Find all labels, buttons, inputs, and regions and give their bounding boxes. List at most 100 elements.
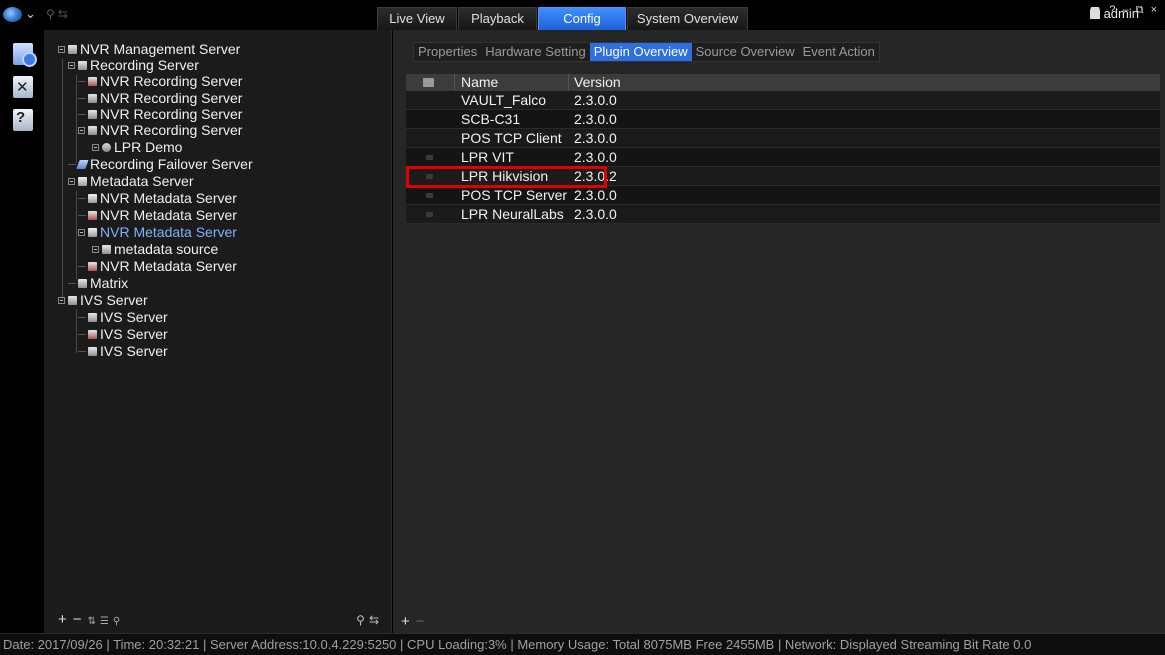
tree-item-nvr-recording-server[interactable]: NVR Recording Server: [78, 90, 242, 106]
plugin-name: POS TCP Client: [461, 130, 562, 146]
plugin-version: 2.3.0.0: [574, 206, 617, 222]
tab-hardware-setting[interactable]: Hardware Setting: [481, 43, 589, 61]
server-tree-panel: NVR Management Server Recording Server N…: [44, 30, 392, 633]
tab-system-overview[interactable]: System Overview: [627, 7, 748, 30]
row-checkbox[interactable]: [426, 212, 433, 217]
expand-toggle-icon[interactable]: [92, 246, 99, 253]
collapse-toggle-icon[interactable]: [58, 46, 65, 53]
collapse-toggle-icon[interactable]: [68, 62, 75, 69]
table-body: VAULT_Falco 2.3.0.0 SCB-C31 2.3.0.0 POS …: [406, 91, 1160, 224]
table-row[interactable]: VAULT_Falco 2.3.0.0: [406, 91, 1160, 110]
table-row[interactable]: LPR VIT 2.3.0.0: [406, 148, 1160, 167]
tree-item-ivs-server[interactable]: IVS Server: [58, 292, 148, 308]
tree-item-nvr-recording-server[interactable]: NVR Recording Server: [78, 106, 242, 122]
recording-server-icon: [88, 110, 97, 119]
tab-playback[interactable]: Playback: [458, 7, 537, 30]
metadata-server-icon: [78, 177, 87, 186]
help-icon[interactable]: [13, 109, 33, 131]
failover-icon: [76, 160, 89, 169]
matrix-icon: [78, 279, 87, 288]
search-icon[interactable]: ⚲: [356, 613, 369, 627]
plugin-version: 2.3.0.0: [574, 130, 617, 146]
tree-item-nvr-metadata-server-selected[interactable]: NVR Metadata Server: [78, 224, 237, 240]
filter-icon[interactable]: ⚲: [113, 616, 124, 627]
tree-item-lpr-demo[interactable]: LPR Demo: [92, 139, 182, 155]
toolbar-disabled-icons: ⚲⇆: [46, 7, 71, 21]
table-row[interactable]: POS TCP Server 2.3.0.0: [406, 186, 1160, 205]
lpr-icon: [102, 143, 111, 152]
table-header: Name Version: [406, 74, 1160, 91]
recording-server-icon: [88, 94, 97, 103]
plugin-version: 2.3.0.0: [574, 187, 617, 203]
plugin-version: 2.3.0.0: [574, 92, 617, 108]
tree-item-nvr-metadata-server[interactable]: NVR Metadata Server: [78, 258, 237, 274]
tree-item-ivs-server[interactable]: IVS Server: [78, 309, 168, 325]
remove-icon[interactable]: −: [416, 613, 431, 630]
table-row[interactable]: LPR NeuralLabs 2.3.0.0: [406, 205, 1160, 224]
tab-plugin-overview[interactable]: Plugin Overview: [589, 43, 692, 61]
column-header-name[interactable]: Name: [461, 74, 498, 91]
plugin-panel: Properties Hardware Setting Plugin Overv…: [393, 30, 1165, 633]
tree-item-nvr-metadata-server[interactable]: NVR Metadata Server: [78, 190, 237, 206]
row-checkbox[interactable]: [426, 193, 433, 198]
management-server-icon: [68, 45, 77, 54]
app-logo-icon[interactable]: [3, 7, 22, 22]
plugin-name: SCB-C31: [461, 111, 521, 127]
metadata-server-icon: [88, 194, 97, 203]
metadata-server-icon: [88, 228, 97, 237]
ivs-server-icon: [88, 347, 97, 356]
chevron-down-icon[interactable]: ⌄: [25, 6, 36, 22]
tree-toolbar: +−⇅☰⚲ ⚲⇆: [44, 609, 391, 633]
tree-toolbar-actions: +−⇅☰⚲: [58, 611, 124, 628]
ivs-server-icon: [68, 296, 77, 305]
metadata-source-icon: [102, 245, 111, 254]
recording-server-icon: [78, 61, 87, 70]
table-row[interactable]: SCB-C31 2.3.0.0: [406, 110, 1160, 129]
tab-source-overview[interactable]: Source Overview: [692, 43, 799, 61]
window-controls[interactable]: ? – ⧉ ×: [1109, 4, 1159, 17]
tree-item-metadata-source[interactable]: metadata source: [92, 241, 218, 257]
add-icon[interactable]: +: [58, 611, 73, 628]
user-icon: [1089, 7, 1100, 19]
plugin-table: Name Version VAULT_Falco 2.3.0.0 SCB-C31…: [406, 74, 1160, 224]
expand-toggle-icon[interactable]: [92, 144, 99, 151]
tree-item-management-server[interactable]: NVR Management Server: [58, 41, 240, 57]
tab-config[interactable]: Config: [538, 7, 626, 30]
tree-item-ivs-server[interactable]: IVS Server: [78, 343, 168, 359]
collapse-toggle-icon[interactable]: [58, 297, 65, 304]
refresh-icon[interactable]: ⇆: [369, 613, 383, 627]
recording-server-icon: [88, 126, 97, 135]
tree-item-recording-failover-server[interactable]: Recording Failover Server: [68, 156, 253, 172]
highlight-box: [406, 166, 607, 188]
add-icon[interactable]: +: [401, 613, 416, 630]
row-checkbox[interactable]: [426, 155, 433, 160]
remove-icon[interactable]: −: [73, 611, 88, 628]
server-monitor-icon[interactable]: [13, 43, 37, 67]
side-icon-bar: [0, 30, 44, 633]
tab-event-action[interactable]: Event Action: [799, 43, 879, 61]
status-bar: Date: 2017/09/26 | Time: 20:32:21 | Serv…: [0, 633, 1165, 655]
tools-icon[interactable]: [13, 76, 33, 98]
tab-live-view[interactable]: Live View: [377, 7, 457, 30]
tree-item-nvr-recording-server[interactable]: NVR Recording Server: [78, 122, 242, 138]
table-row[interactable]: POS TCP Client 2.3.0.0: [406, 129, 1160, 148]
collapse-toggle-icon[interactable]: [68, 178, 75, 185]
plugin-version: 2.3.0.0: [574, 111, 617, 127]
tree-item-metadata-server[interactable]: Metadata Server: [68, 173, 194, 189]
collapse-toggle-icon[interactable]: [78, 127, 85, 134]
tree-item-matrix[interactable]: Matrix: [68, 275, 128, 291]
tab-properties[interactable]: Properties: [414, 43, 481, 61]
list-icon[interactable]: ☰: [100, 616, 113, 627]
tree-item-ivs-server[interactable]: IVS Server: [78, 326, 168, 342]
sort-icon[interactable]: ⇅: [88, 616, 100, 627]
tree-item-nvr-recording-server[interactable]: NVR Recording Server: [78, 73, 242, 89]
top-bar: ⌄ ⚲⇆ Live View Playback Config System Ov…: [0, 0, 1165, 30]
column-header-version[interactable]: Version: [574, 74, 621, 91]
metadata-server-icon: [88, 262, 97, 271]
tree-search-actions: ⚲⇆: [356, 613, 383, 627]
collapse-toggle-icon[interactable]: [78, 229, 85, 236]
tree-item-recording-server[interactable]: Recording Server: [68, 57, 199, 73]
tree-item-nvr-metadata-server[interactable]: NVR Metadata Server: [78, 207, 237, 223]
select-all-checkbox[interactable]: [423, 78, 434, 87]
main-nav: Live View Playback Config System Overvie…: [377, 7, 749, 30]
